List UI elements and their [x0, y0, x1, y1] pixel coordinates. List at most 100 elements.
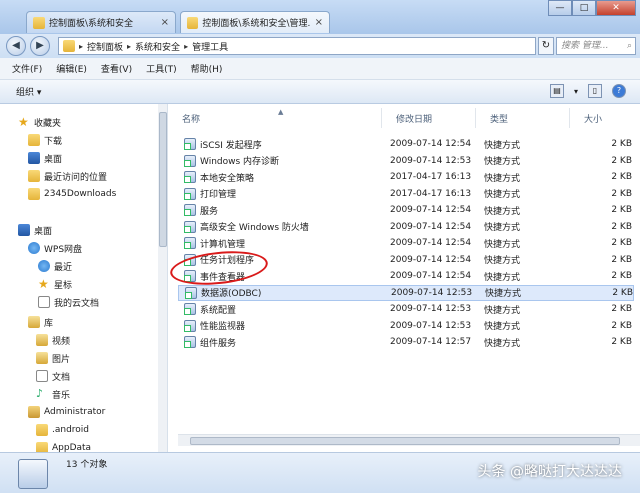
- file-date: 2009-07-14 12:54: [390, 271, 472, 281]
- search-placeholder: 搜索 管理...: [561, 41, 609, 51]
- preview-pane-icon[interactable]: ▯: [588, 84, 602, 98]
- menu-tools[interactable]: 工具(T): [146, 62, 177, 75]
- file-date: 2009-07-14 12:53: [390, 304, 472, 314]
- document-icon: [36, 370, 48, 382]
- library-icon: [28, 316, 40, 328]
- file-row[interactable]: 打印管理 2017-04-17 16:13 快捷方式 2 KB: [178, 186, 634, 202]
- horizontal-scrollbar[interactable]: [178, 434, 640, 446]
- file-type: 快捷方式: [484, 256, 521, 266]
- file-row[interactable]: 组件服务 2009-07-14 12:57 快捷方式 2 KB: [178, 334, 634, 350]
- file-name-cell: 打印管理: [184, 187, 236, 200]
- nav-recent-places[interactable]: 最近访问的位置: [28, 168, 107, 184]
- menu-view[interactable]: 查看(V): [101, 62, 132, 75]
- nav-scrollbar[interactable]: [158, 104, 167, 452]
- file-row[interactable]: iSCSI 发起程序 2009-07-14 12:54 快捷方式 2 KB: [178, 136, 634, 152]
- item-count: 13 个对象: [66, 460, 108, 470]
- nav-downloads[interactable]: 下载: [28, 132, 62, 148]
- menu-edit[interactable]: 编辑(E): [56, 62, 87, 75]
- nav-android[interactable]: .android: [36, 422, 89, 438]
- tab-title: 控制面板\系统和安全\管理...: [202, 19, 311, 29]
- refresh-button[interactable]: ↻: [538, 37, 554, 55]
- menu-help[interactable]: 帮助(H): [191, 62, 223, 75]
- file-size: 2 KB: [611, 254, 632, 265]
- column-header-type[interactable]: 类型: [476, 108, 570, 128]
- maximize-button[interactable]: □: [572, 0, 596, 16]
- close-tab-icon[interactable]: ×: [315, 17, 323, 28]
- file-date: 2017-04-17 16:13: [390, 188, 472, 199]
- nav-desktop-root[interactable]: 桌面: [18, 222, 52, 238]
- folder-icon: [33, 16, 45, 29]
- shortcut-icon: [184, 204, 196, 216]
- nav-videos[interactable]: 视频: [36, 332, 70, 348]
- nav-libraries[interactable]: 库: [28, 314, 53, 330]
- nav-label: 桌面: [44, 154, 63, 165]
- file-name-cell: 本地安全策略: [184, 171, 254, 184]
- column-header-size[interactable]: 大小: [570, 108, 640, 128]
- shortcut-icon: [184, 319, 196, 332]
- nav-starred[interactable]: ★ 星标: [38, 276, 72, 292]
- breadcrumb-system-security[interactable]: 系统和安全: [135, 40, 180, 53]
- nav-administrator[interactable]: Administrator: [28, 404, 105, 420]
- view-options-icon[interactable]: ▤: [549, 84, 564, 98]
- file-name: 本地安全策略: [200, 173, 255, 184]
- close-window-button[interactable]: ✕: [596, 0, 636, 16]
- window-controls: — □ ✕: [548, 0, 636, 16]
- nav-2345downloads[interactable]: 2345Downloads: [28, 186, 116, 202]
- file-date: 2009-07-14 12:54: [390, 221, 472, 232]
- file-row[interactable]: 性能监视器 2009-07-14 12:53 快捷方式 2 KB: [178, 318, 634, 334]
- column-name-label: 名称: [182, 114, 201, 125]
- file-type: 快捷方式: [485, 289, 522, 299]
- nav-wps-drive[interactable]: WPS网盘: [28, 240, 82, 256]
- file-date: 2009-07-14 12:53: [391, 287, 473, 298]
- nav-pictures[interactable]: 图片: [36, 350, 70, 366]
- nav-music[interactable]: ♪ 音乐: [36, 386, 70, 402]
- close-tab-icon[interactable]: ×: [161, 17, 169, 28]
- desktop-icon: [28, 152, 40, 164]
- address-bar[interactable]: ▸ 控制面板 ▸ 系统和安全 ▸ 管理工具: [58, 37, 536, 55]
- breadcrumb-control-panel[interactable]: 控制面板: [87, 40, 123, 53]
- column-header-date[interactable]: 修改日期: [382, 108, 476, 128]
- nav-desktop[interactable]: 桌面: [28, 150, 62, 166]
- tab-admin-tools[interactable]: 控制面板\系统和安全\管理... ×: [180, 11, 330, 33]
- minimize-button[interactable]: —: [548, 0, 572, 16]
- file-name: 系统配置: [200, 305, 237, 316]
- file-name-cell: 数据源(ODBC): [185, 286, 261, 299]
- file-name-cell: 性能监视器: [184, 319, 245, 332]
- search-input[interactable]: 搜索 管理... ⌕: [556, 37, 636, 55]
- column-header-name[interactable]: ▲ 名称: [168, 108, 382, 128]
- file-date: 2009-07-14 12:54: [390, 254, 472, 265]
- file-size: 2 KB: [611, 155, 632, 166]
- nav-documents[interactable]: 文档: [36, 368, 70, 384]
- file-row[interactable]: Windows 内存诊断 2009-07-14 12:53 快捷方式 2 KB: [178, 153, 634, 169]
- chevron-down-icon[interactable]: ▾: [574, 87, 578, 96]
- chevron-right-icon: ▸: [79, 41, 84, 51]
- file-row[interactable]: 计算机管理 2009-07-14 12:54 快捷方式 2 KB: [178, 235, 634, 251]
- menu-file[interactable]: 文件(F): [12, 62, 42, 75]
- forward-button[interactable]: ▶: [30, 36, 50, 56]
- file-name: 数据源(ODBC): [201, 289, 262, 299]
- file-row[interactable]: 本地安全策略 2017-04-17 16:13 快捷方式 2 KB: [178, 169, 634, 185]
- file-row[interactable]: 服务 2009-07-14 12:54 快捷方式 2 KB: [178, 202, 634, 218]
- file-name: iSCSI 发起程序: [200, 140, 262, 151]
- scrollbar-thumb[interactable]: [159, 112, 167, 247]
- file-row[interactable]: 高级安全 Windows 防火墙 2009-07-14 12:54 快捷方式 2 KB: [178, 219, 634, 235]
- file-size: 2 KB: [611, 221, 632, 232]
- cloud-icon: [28, 242, 40, 254]
- nav-label: Administrator: [44, 407, 106, 417]
- file-row[interactable]: 系统配置 2009-07-14 12:53 快捷方式 2 KB: [178, 301, 634, 317]
- nav-my-cloud-docs[interactable]: 我的云文档: [38, 294, 99, 310]
- nav-appdata[interactable]: AppData: [36, 440, 91, 452]
- back-button[interactable]: ◀: [6, 36, 26, 56]
- file-size: 2 KB: [611, 238, 632, 248]
- file-name: 计算机管理: [200, 239, 246, 250]
- file-type: 快捷方式: [484, 322, 521, 332]
- tab-system-security[interactable]: 控制面板\系统和安全 ×: [26, 11, 176, 33]
- help-icon[interactable]: ?: [612, 84, 626, 98]
- breadcrumb-admin-tools[interactable]: 管理工具: [192, 40, 228, 53]
- nav-recent[interactable]: 最近: [38, 258, 72, 274]
- organize-button[interactable]: 组织 ▾: [16, 85, 41, 98]
- scrollbar-thumb[interactable]: [190, 437, 620, 445]
- column-date-label: 修改日期: [396, 114, 433, 125]
- nav-favorites[interactable]: ★ 收藏夹: [18, 114, 61, 130]
- file-row[interactable]: 数据源(ODBC) 2009-07-14 12:53 快捷方式 2 KB: [178, 284, 634, 301]
